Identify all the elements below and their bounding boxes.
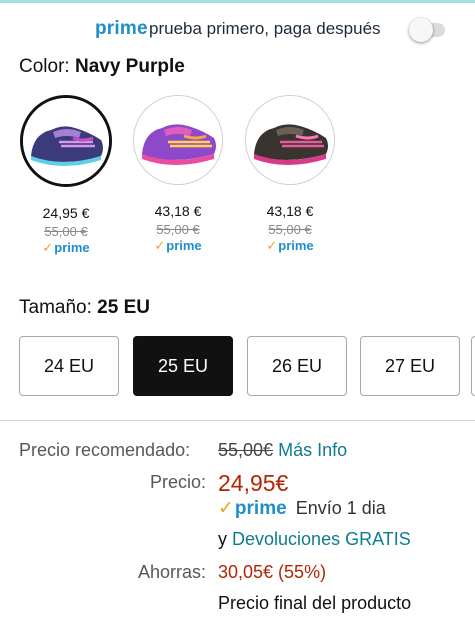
- size-selection-label: Tamaño: 25 EU: [19, 297, 150, 319]
- selected-size-value: 25 EU: [97, 297, 150, 318]
- swatch-prime-badge: ✓prime: [266, 238, 314, 253]
- check-icon: ✓: [154, 238, 166, 253]
- shoe-thumbnail-purple-pink: [133, 95, 223, 185]
- shoe-thumbnail-navy-purple: [20, 95, 112, 187]
- price-label: Precio:: [149, 472, 206, 492]
- section-divider: [0, 420, 475, 421]
- shoe-thumbnail-black-pink: [245, 95, 335, 185]
- color-swatch-black-pink[interactable]: 43,18 € 55,00 € ✓prime: [242, 95, 338, 254]
- recommended-price-label: Precio recomendado:: [19, 440, 191, 460]
- size-option-27[interactable]: 27 EU: [360, 336, 460, 396]
- size-label-text: Tamaño:: [19, 297, 92, 318]
- check-icon: ✓: [218, 498, 234, 519]
- size-option-24[interactable]: 24 EU: [19, 336, 119, 396]
- returns-row: y Devoluciones GRATIS: [218, 529, 411, 550]
- recommended-price-row: 55,00€ Más Info: [218, 440, 347, 461]
- prime-try-before-buy-banner: prime prueba primero, paga después: [0, 14, 475, 46]
- prime-shipping-row: ✓prime Envío 1 dia: [218, 497, 386, 520]
- current-price: 24,95€: [218, 470, 289, 496]
- recommended-price-value: 55,00€: [218, 440, 274, 460]
- prime-try-toggle[interactable]: [409, 16, 445, 42]
- prime-badge: prime: [234, 498, 287, 519]
- swatch-old-price: 55,00 €: [44, 224, 88, 239]
- size-option-26[interactable]: 26 EU: [247, 336, 347, 396]
- swatch-price: 43,18 €: [154, 203, 202, 219]
- check-icon: ✓: [42, 240, 54, 255]
- color-selection-label: Color: Navy Purple: [19, 56, 185, 78]
- swatch-old-price: 55,00 €: [156, 222, 200, 237]
- more-info-link[interactable]: Más Info: [278, 440, 347, 460]
- final-price-note: Precio final del producto: [218, 593, 412, 613]
- savings-label: Ahorras:: [137, 562, 206, 582]
- and-text: y: [218, 529, 227, 549]
- swatch-price: 24,95 €: [42, 205, 90, 221]
- swatch-old-price: 55,00 €: [268, 222, 312, 237]
- savings-value: 30,05€ (55%): [218, 562, 327, 582]
- color-label-text: Color:: [19, 56, 70, 77]
- color-swatch-navy-purple[interactable]: 24,95 € 55,00 € ✓prime: [18, 95, 114, 256]
- shipping-text: Envío 1 dia: [295, 498, 386, 518]
- swatch-prime-badge: ✓prime: [154, 238, 202, 253]
- color-swatch-purple-pink[interactable]: 43,18 € 55,00 € ✓prime: [130, 95, 226, 254]
- prime-logo: prime: [95, 18, 148, 39]
- swatch-prime-badge: ✓prime: [42, 240, 90, 255]
- swatch-price: 43,18 €: [266, 203, 314, 219]
- size-option-next-partial[interactable]: [471, 336, 475, 396]
- check-icon: ✓: [266, 238, 278, 253]
- toggle-knob: [409, 18, 433, 42]
- free-returns-link[interactable]: Devoluciones GRATIS: [232, 529, 411, 549]
- top-accent-line: [0, 0, 475, 3]
- size-option-25[interactable]: 25 EU: [133, 336, 233, 396]
- selected-color-name: Navy Purple: [74, 56, 185, 77]
- prime-tagline: prueba primero, paga después: [149, 19, 381, 38]
